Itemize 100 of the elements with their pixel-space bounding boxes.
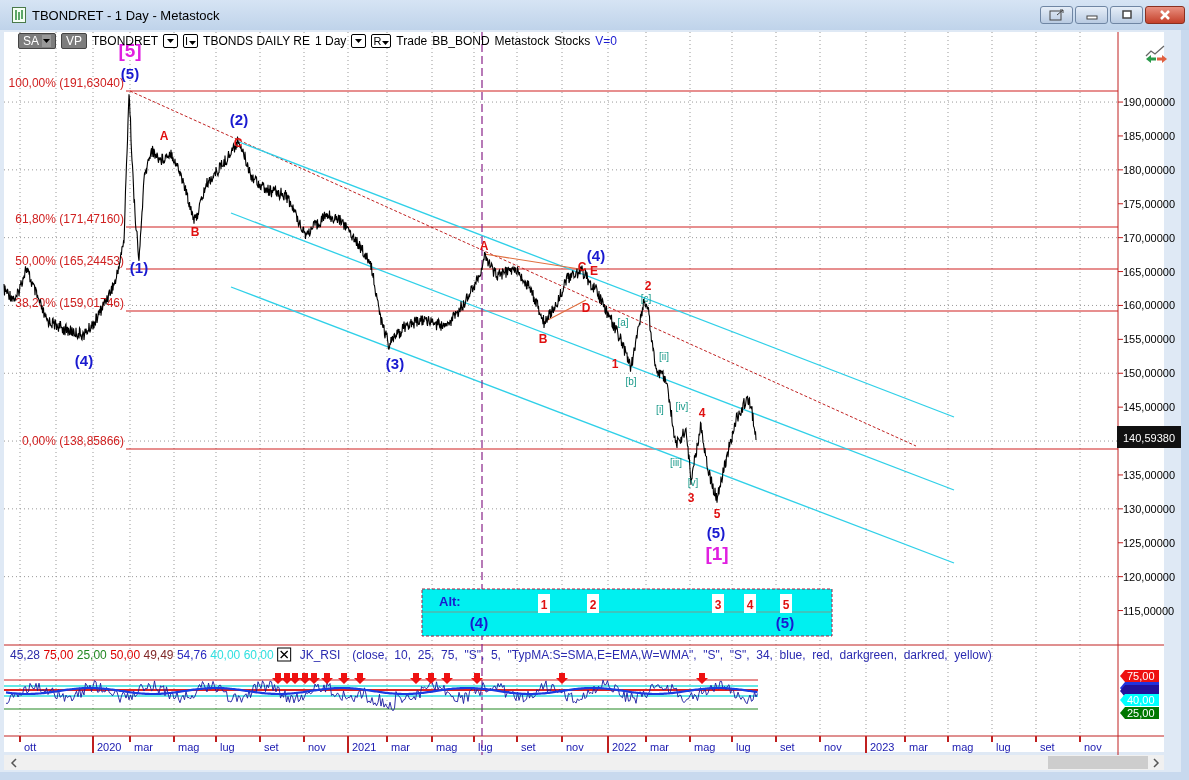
wave-label: 4 [698,406,706,420]
axis-label: lug [220,741,235,753]
caret-icon [167,39,175,43]
maximize-button[interactable] [1110,6,1143,24]
signal-arrow-icon [299,673,311,684]
axis-label: mag [952,741,974,753]
wave-label: A [159,129,169,143]
wave-label: (5) [706,524,726,541]
scrollbar-thumb[interactable] [1048,756,1148,769]
wave-label: [iii] [669,457,683,468]
axis-label: 2021 [352,741,377,753]
axis-label: 175,00000 [1123,197,1175,210]
wave-label: 2 [644,279,652,293]
signal-arrow-icon [281,673,293,684]
wave-label: (3) [385,355,405,372]
axis-label: set [780,741,795,753]
scrollbar-track[interactable] [4,755,1164,770]
wave-label: 5 [713,507,721,521]
fib-label: 61,80% (171,47160) [15,212,124,226]
wave-label: B [538,332,548,346]
wave-label: E [590,264,598,278]
toolbar-label: Stocks [554,34,591,48]
wave-mark: 5 [782,598,790,612]
wave-label: [b] [625,376,637,387]
toolbar-value: V=0 [595,34,617,48]
caret-icon [189,41,197,45]
axis-label: 180,00000 [1123,163,1175,176]
signal-arrow-icon [410,673,422,684]
axis-label: 120,00000 [1123,570,1175,583]
axis-label: mar [391,741,410,753]
indicator-value: 54,76 [176,648,207,662]
indicator-value: 60,00 [243,648,274,662]
axis-label: 160,00000 [1123,299,1175,312]
dropdown-button[interactable] [351,34,367,48]
signal-arrow-icon [441,673,453,684]
axis-label: set [1040,741,1055,753]
axis-label: 2022 [612,741,637,753]
detach-button[interactable] [1040,6,1073,24]
wave-label: [ii] [659,351,669,362]
signal-arrow-icon [354,673,366,684]
wave-mark: 4 [746,598,754,612]
toolbar-label: 1 Day [315,34,347,48]
level-tag: 25,00 [1120,707,1159,719]
axis-label: 135,00000 [1123,468,1175,481]
indicator-value: 49,49 [143,648,174,662]
axis-label: lug [996,741,1011,753]
toolbar-label: BB_BOND [432,34,490,48]
chart-arrows-icon[interactable] [1145,45,1167,63]
fib-label: 0,00% (138,85866) [21,434,124,448]
axis-label: 115,00000 [1123,604,1175,617]
axis-label: nov [566,741,584,753]
wave-label: [i] [656,404,664,415]
signal-arrow-icon [289,673,301,684]
axis-label: mar [650,741,669,753]
caret-icon [382,41,390,45]
axis-label: 165,00000 [1123,265,1175,278]
signal-arrow-icon [471,673,483,684]
alt-label: Alt: [439,594,461,609]
axis-label: mar [134,741,153,753]
wave-label: A [479,239,489,253]
axis-label: mar [909,741,928,753]
wave-mark: 1 [540,598,548,612]
signal-arrow-icon [272,673,284,684]
level-tag: 75,00 [1120,670,1159,682]
wave-label: (5) [775,614,795,631]
dropdown-button[interactable]: R [371,34,392,48]
toolbar-chip[interactable]: SA [18,33,56,49]
app-icon [12,7,26,23]
wave-label: C [577,260,587,274]
dropdown-button[interactable]: I [183,34,199,48]
axis-label: 170,00000 [1123,231,1175,244]
signal-arrow-icon [308,673,320,684]
close-indicator-icon[interactable] [277,647,292,662]
wave-label: [iv] [675,401,689,412]
toolbar-label: TBONDS DAILY RE [203,34,310,48]
dropdown-button[interactable] [163,34,179,48]
wave-label: C [233,136,243,150]
axis-label: set [264,741,279,753]
close-button[interactable] [1145,6,1185,24]
toolbar-chip[interactable]: VP [61,33,88,49]
axis-label: nov [824,741,842,753]
wave-mark-background [538,594,550,613]
axis-label: mag [436,741,458,753]
scroll-left-icon[interactable] [10,758,17,768]
axis-label: lug [736,741,751,753]
minimize-button[interactable] [1075,6,1108,24]
wave-label: [v] [687,477,699,488]
wave-label: [a] [617,317,629,328]
wave-label: (4) [74,352,94,369]
axis-label: 2023 [870,741,895,753]
axis-label: 190,00000 [1123,96,1175,109]
axis-label: lug [478,741,493,753]
indicator-value: 45,28 [10,648,41,662]
axis-label: 2020 [97,741,122,753]
wave-label: (4) [469,614,489,631]
axis-label: 185,00000 [1123,129,1175,142]
wave-mark-background [712,594,724,613]
axis-label: 150,00000 [1123,367,1175,380]
scroll-right-icon[interactable] [1153,758,1160,768]
wave-label: D [581,301,591,315]
